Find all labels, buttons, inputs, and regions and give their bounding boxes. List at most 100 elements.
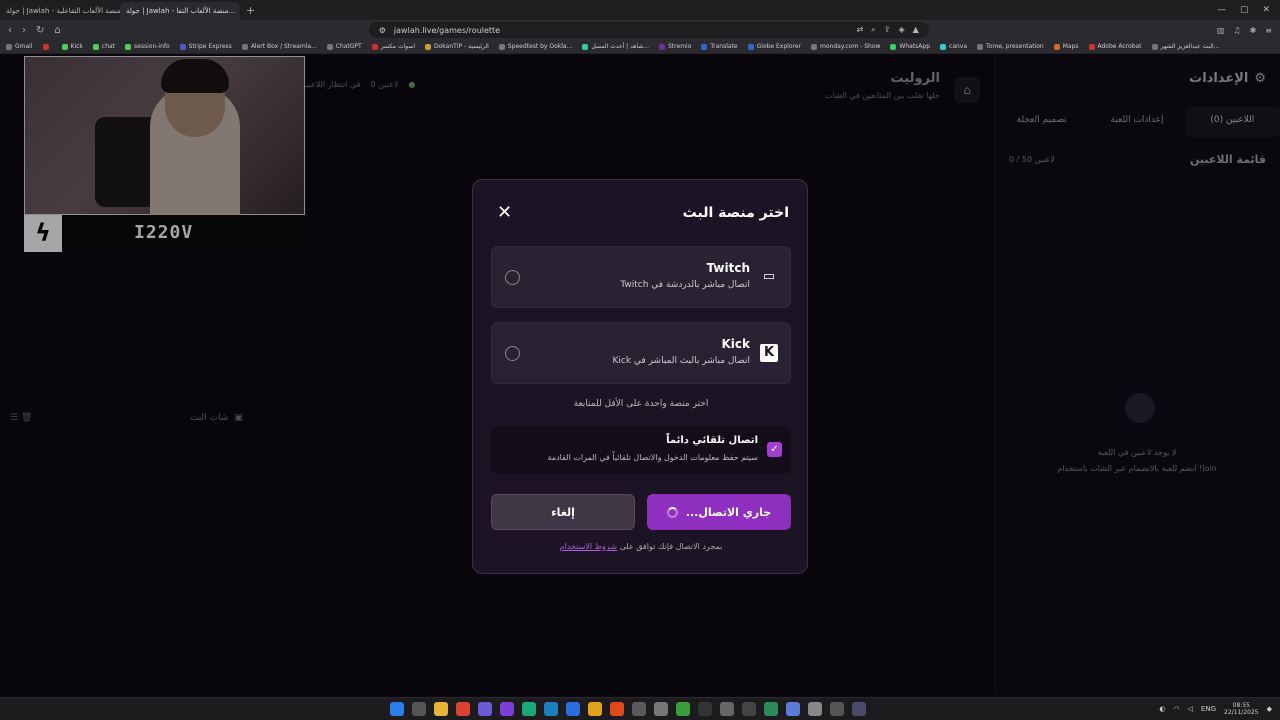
bookmarks-bar: Gmail Kick chat session-info Stripe Expr… <box>0 40 1280 54</box>
bookmark[interactable]: Adobe Acrobat <box>1088 43 1142 50</box>
notification-icon[interactable]: ◆ <box>1267 705 1272 713</box>
clock-time: 08:55 <box>1232 702 1250 709</box>
menu-icon[interactable]: ≡ <box>1265 26 1272 35</box>
bookmark[interactable] <box>42 43 52 50</box>
app-icon[interactable] <box>720 702 734 716</box>
auto-connect-title: اتصال تلقائي دائماً <box>666 435 758 446</box>
bookmark[interactable]: monday.com - Show <box>811 43 880 50</box>
home-icon[interactable]: ⌂ <box>54 25 60 36</box>
site-info-icon[interactable]: ⚙ <box>379 26 386 35</box>
terms-link[interactable]: شروط الاستخدام <box>560 542 617 551</box>
bookmark[interactable]: Stripe Express <box>179 43 232 50</box>
taskbar: ◐ ◠ ◁ ENG 08:55 22/11/2025 ◆ <box>0 697 1280 720</box>
bookmark[interactable]: اصوات مكسر <box>371 43 415 50</box>
bookmark[interactable]: DokanTIP - الرئيسية <box>425 43 489 50</box>
cancel-label: إلغاء <box>551 505 575 519</box>
windows-start-icon[interactable] <box>390 702 404 716</box>
bookmark[interactable]: chat <box>92 43 115 50</box>
app-icon[interactable] <box>500 702 514 716</box>
media-icon[interactable]: ♫ <box>1233 26 1240 35</box>
app-icon[interactable] <box>808 702 822 716</box>
forward-icon[interactable]: › <box>22 25 26 36</box>
browser-tab[interactable]: جولة | Jawlah - منصة الألعاب التفاعلية✕ <box>0 2 120 20</box>
app-icon[interactable] <box>566 702 580 716</box>
bookmark[interactable]: Gmail <box>6 43 33 50</box>
language-indicator[interactable]: ENG <box>1201 705 1216 713</box>
selection-hint: اختر منصة واحدة على الأقل للمتابعة <box>573 399 709 409</box>
app-icon[interactable] <box>654 702 668 716</box>
translate-icon[interactable]: ⇄ <box>857 25 864 35</box>
tab-title: جولة | Jawlah - منصة الألعاب التفاعلية <box>6 7 120 15</box>
bookmark[interactable]: Translate <box>701 43 738 50</box>
bookmark[interactable]: Kick <box>61 43 83 50</box>
auto-connect-row[interactable]: ✓ اتصال تلقائي دائماً سيتم حفظ معلومات ا… <box>491 426 791 474</box>
app-icon[interactable] <box>610 702 624 716</box>
modal-title: اختر منصة البث <box>682 205 789 221</box>
bookmark[interactable]: Alert Box / Streamla... <box>241 43 317 50</box>
radio-twitch[interactable] <box>505 270 520 285</box>
reload-icon[interactable]: ↻ <box>36 25 44 36</box>
bookmark[interactable]: Globe Explorer <box>747 43 801 50</box>
sidebar-icon[interactable]: ▥ <box>1217 26 1225 35</box>
twitch-icon: ▭ <box>762 269 776 284</box>
radio-kick[interactable] <box>505 346 520 361</box>
steam-icon[interactable] <box>544 702 558 716</box>
terms-note: بمجرد الاتصال فإنك توافق على شروط الاستخ… <box>473 542 809 551</box>
bookmark[interactable]: Maps <box>1053 43 1079 50</box>
option-desc: اتصال مباشر بالبث المباشر في Kick <box>612 356 750 366</box>
back-icon[interactable]: ‹ <box>8 25 12 36</box>
bookmark[interactable]: Speedtest by Ookla... <box>498 43 572 50</box>
clock-date: 22/11/2025 <box>1224 709 1259 716</box>
minimize-icon[interactable]: — <box>1217 5 1226 15</box>
url-text: jawlah.live/games/roulette <box>393 25 501 35</box>
app-icon[interactable] <box>742 702 756 716</box>
bookmark[interactable]: session-info <box>125 43 170 50</box>
terms-prefix: بمجرد الاتصال فإنك توافق على <box>619 542 723 551</box>
app-icon[interactable] <box>522 702 536 716</box>
cancel-button[interactable]: إلغاء <box>491 494 635 530</box>
browser-tab-active[interactable]: جولة | Jawlah - منصة الألعاب التفا...✕ <box>120 2 240 20</box>
file-explorer-icon[interactable] <box>434 702 448 716</box>
app-icon[interactable] <box>786 702 800 716</box>
bookmark[interactable]: شاهد | أحدث المسل... <box>582 43 649 50</box>
bookmark[interactable]: Tome, presentation <box>977 43 1044 50</box>
close-icon[interactable]: ✕ <box>497 202 512 223</box>
bookmark[interactable]: البث عبدالعزيز الشهر... <box>1151 43 1219 50</box>
new-tab-button[interactable]: + <box>240 4 261 17</box>
app-icon[interactable] <box>852 702 866 716</box>
shield-icon[interactable]: ◈ <box>898 25 904 35</box>
app-icon[interactable] <box>764 702 778 716</box>
clock[interactable]: 08:55 22/11/2025 <box>1224 702 1259 716</box>
auto-connect-desc: سيتم حفظ معلومات الدخول والاتصال تلقائيا… <box>547 453 758 462</box>
rewards-icon[interactable]: ▲ <box>913 25 919 35</box>
xbox-icon[interactable] <box>632 702 646 716</box>
app-icon[interactable] <box>478 702 492 716</box>
maximize-icon[interactable]: ▢ <box>1240 5 1249 15</box>
volume-icon[interactable]: ◁ <box>1188 705 1193 713</box>
bookmark[interactable]: ChatGPT <box>326 43 362 50</box>
tab-title: جولة | Jawlah - منصة الألعاب التفا... <box>126 7 236 15</box>
window-controls: — ▢ ✕ <box>1217 5 1280 15</box>
app-icon[interactable] <box>588 702 602 716</box>
url-field[interactable]: ⚙ jawlah.live/games/roulette ⇄ ⌕ ⇪ ◈ ▲ <box>368 22 929 38</box>
close-window-icon[interactable]: ✕ <box>1262 5 1270 15</box>
address-bar-row: ‹ › ↻ ⌂ ⚙ jawlah.live/games/roulette ⇄ ⌕ ⇪… <box>0 20 1280 40</box>
option-twitch[interactable]: ▭ Twitch اتصال مباشر بالدردشة في Twitch <box>491 246 791 308</box>
auto-connect-checkbox[interactable]: ✓ <box>767 442 782 457</box>
extensions-icon[interactable]: ✱ <box>1250 26 1257 35</box>
settings-icon[interactable] <box>830 702 844 716</box>
brave-icon[interactable] <box>456 702 470 716</box>
app-icon[interactable] <box>698 702 712 716</box>
connect-button[interactable]: جاري الاتصال... <box>647 494 791 530</box>
wifi-icon[interactable]: ◠ <box>1173 705 1179 713</box>
app-icon[interactable] <box>676 702 690 716</box>
tray-icon[interactable]: ◐ <box>1159 705 1165 713</box>
bookmark[interactable]: Stremio <box>659 43 691 50</box>
option-kick[interactable]: K Kick اتصال مباشر بالبث المباشر في Kick <box>491 322 791 384</box>
search-icon[interactable] <box>412 702 426 716</box>
share-icon[interactable]: ⇪ <box>884 25 891 35</box>
bookmark[interactable]: WhatsApp <box>890 43 930 50</box>
zoom-icon[interactable]: ⌕ <box>871 25 875 35</box>
option-name: Kick <box>721 337 750 351</box>
bookmark[interactable]: canva <box>940 43 967 50</box>
